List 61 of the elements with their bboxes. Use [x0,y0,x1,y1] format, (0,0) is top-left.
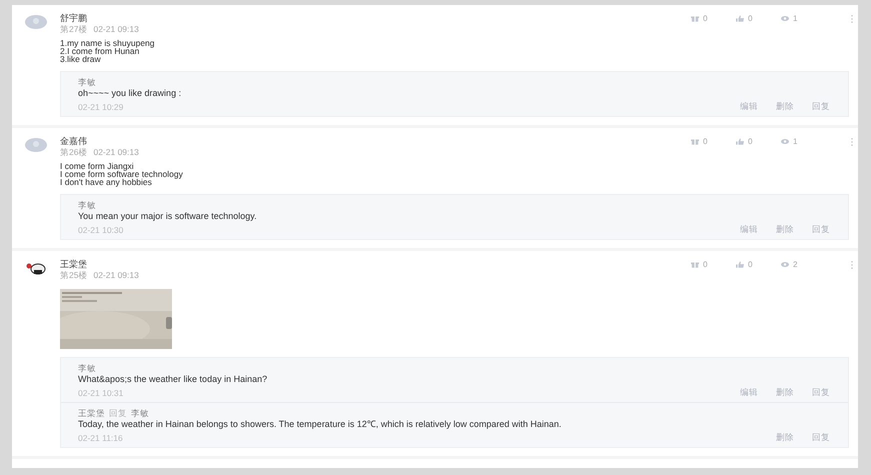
thumbs-up-icon[interactable] [736,261,744,268]
post-text: I don't have any hobbies [60,178,152,186]
post-time: 02-21 09:13 [93,147,139,158]
post-text: I come form software technology [60,170,184,178]
reply-action-link[interactable]: 回复 [812,432,830,444]
reply-author[interactable]: 李敏 [78,363,96,374]
eye-icon [781,261,789,268]
author-name[interactable]: 王棠堡 [60,258,691,270]
gift-icon[interactable] [691,261,699,268]
reply-time: 02-21 10:30 [78,224,124,236]
reply-action-link[interactable]: 编辑 [740,224,758,236]
author-name[interactable]: 舒宇鹏 [60,12,691,24]
avatar-icon [25,138,47,152]
thumbs-up-icon[interactable] [736,15,744,22]
reply-action-link[interactable]: 回复 [812,101,830,113]
eye-icon [781,138,789,145]
eye-icon [781,15,789,22]
reply-verb: 回复 [109,408,127,419]
gift-icon[interactable] [691,15,699,22]
reply-action-link[interactable]: 编辑 [740,387,758,399]
gift-count: 0 [703,137,708,146]
reply-text: oh~~~~ you like drawing : [78,88,182,98]
reply-author[interactable]: 王棠堡 [78,408,105,419]
reply-author[interactable]: 李敏 [78,77,96,88]
post-text: I come form Jiangxi [60,162,134,170]
reply-time: 02-21 10:31 [78,388,124,398]
reply-text: What&apos;s the weather like today in Hainan? [78,374,268,384]
post-text: 2.I come from Hunan [60,47,140,55]
reply-target[interactable]: 李敏 [131,408,149,419]
reply-action-link[interactable]: 删除 [776,387,794,399]
reply-action-link[interactable]: 编辑 [740,101,758,113]
author-name[interactable]: 金嘉伟 [60,135,691,147]
post-text: 1.my name is shuyupeng [60,39,156,47]
post-time: 02-21 09:13 [93,270,139,281]
reply-action-link[interactable]: 回复 [812,224,830,236]
like-count: 0 [748,137,752,146]
avatar-icon [25,15,47,29]
reply-time: 02-21 11:16 [78,432,123,444]
reply-text: You mean your major is software technology. [78,211,258,221]
post-time: 02-21 09:13 [93,24,139,35]
gift-count: 0 [703,260,708,269]
thumbs-up-icon[interactable] [736,138,744,145]
gift-icon[interactable] [691,138,699,145]
reply-author[interactable]: 李敏 [78,200,96,211]
reply-action-link[interactable]: 删除 [776,432,794,444]
avatar-drawing [25,261,47,275]
gift-count: 0 [703,14,708,23]
reply-action-link[interactable]: 回复 [812,387,830,399]
like-count: 0 [748,260,752,269]
reply-time: 02-21 10:29 [78,102,124,112]
view-count: 1 [793,14,798,23]
floor-number: 第25楼 [60,270,88,281]
floor-number: 第27楼 [60,24,88,35]
reply-action-link[interactable]: 删除 [776,224,794,236]
reply-text: Today, the weather in Hainan belongs to showers. The temperature is 12℃, which is relatively low compared with Hainan. [78,419,562,429]
post-text: 3.like draw [60,55,101,63]
view-count: 1 [793,137,798,146]
reply-action-link[interactable]: 删除 [776,101,794,113]
floor-number: 第26楼 [60,147,88,158]
like-count: 0 [748,14,752,23]
view-count: 2 [793,260,798,269]
